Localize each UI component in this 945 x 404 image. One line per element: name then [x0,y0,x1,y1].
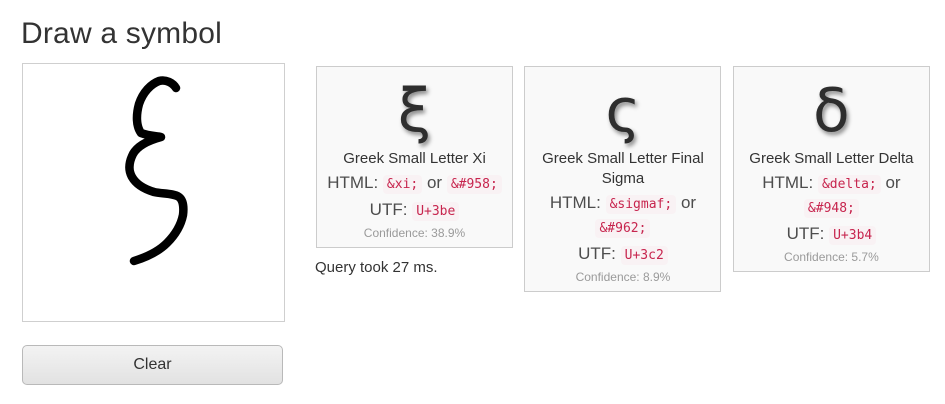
symbol-name: Greek Small Letter Delta [738,149,925,169]
or-text: or [681,193,696,212]
entity-named-code: &delta; [818,175,881,194]
result-card-delta[interactable]: δ Greek Small Letter Delta HTML: &delta;… [733,66,930,272]
page-title: Draw a symbol [21,17,222,51]
drawn-stroke-path [129,80,183,261]
confidence-text: Confidence: 38.9% [321,226,508,241]
or-text: or [885,173,900,192]
utf-line: UTF: U+3be [321,199,508,223]
xi-glyph: ξ [321,67,508,149]
query-time-status: Query took 27 ms. [315,259,438,276]
drawing-canvas[interactable] [22,63,285,322]
or-text: or [427,173,442,192]
entity-named-code: &xi; [383,175,422,194]
html-entity-line: HTML: &delta; or &#948; [738,172,925,220]
utf-line: UTF: U+3c2 [529,243,716,267]
utf-code: U+3c2 [621,246,668,265]
utf-code: U+3be [412,202,459,221]
result-card-xi[interactable]: ξ Greek Small Letter Xi HTML: &xi; or &#… [316,66,513,248]
entity-numeric-code: &#962; [595,219,650,238]
symbol-name: Greek Small Letter Xi [321,149,508,169]
utf-label: UTF: [578,244,616,263]
draw-symbol-app: Draw a symbol Clear ξ Greek Small Letter… [0,0,945,404]
utf-label: UTF: [370,200,408,219]
delta-glyph: δ [738,67,925,149]
confidence-text: Confidence: 5.7% [738,250,925,265]
clear-button[interactable]: Clear [22,345,283,385]
final-sigma-glyph: ς [529,67,716,149]
drawn-stroke-svg [23,64,284,321]
utf-code: U+3b4 [829,226,876,245]
html-label: HTML: [327,173,378,192]
html-label: HTML: [762,173,813,192]
html-entity-line: HTML: &sigmaf; or &#962; [529,192,716,240]
symbol-name: Greek Small Letter Final Sigma [529,149,716,189]
result-card-final-sigma[interactable]: ς Greek Small Letter Final Sigma HTML: &… [524,66,721,292]
html-label: HTML: [550,193,601,212]
utf-label: UTF: [787,224,825,243]
entity-named-code: &sigmaf; [606,195,677,214]
html-entity-line: HTML: &xi; or &#958; [321,172,508,196]
entity-numeric-code: &#948; [804,199,859,218]
utf-line: UTF: U+3b4 [738,223,925,247]
confidence-text: Confidence: 8.9% [529,270,716,285]
entity-numeric-code: &#958; [447,175,502,194]
